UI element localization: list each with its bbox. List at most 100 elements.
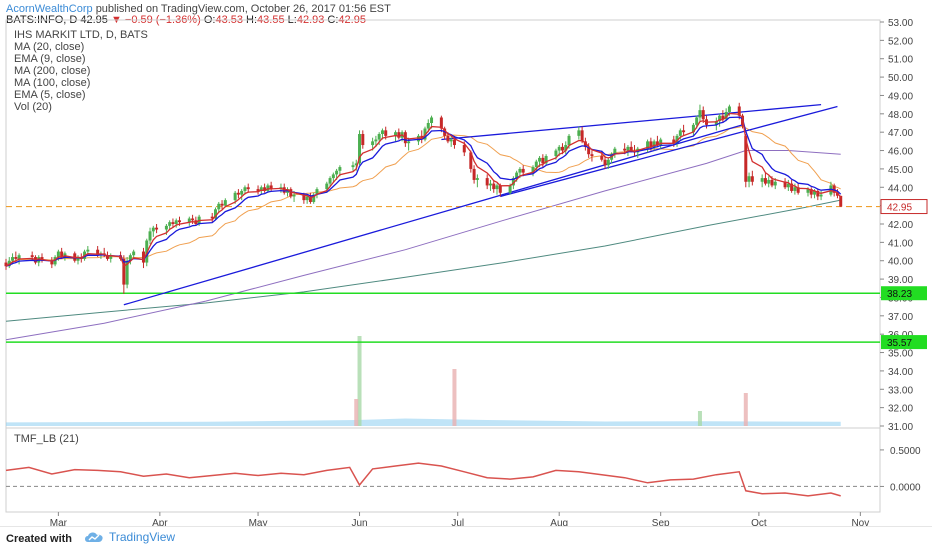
candle-body [223,200,227,206]
candle-body [331,174,335,179]
candle-body [495,185,499,190]
candle [590,150,594,162]
candle [750,170,754,186]
tmf-indicator-label[interactable]: TMF_LB (21) [14,433,79,445]
candle [263,183,267,193]
volume-bar [354,399,359,426]
candle-body [623,148,627,151]
candle-body [701,110,705,120]
candle-body [521,168,525,173]
candle-body [292,194,296,197]
candle [819,190,823,201]
indicator-legend: IHS MARKIT LTD, D, BATS MA (20, close) E… [14,29,148,113]
indicator-volume[interactable]: Vol (20) [14,101,148,113]
candle [488,179,492,191]
candle-body [763,178,767,184]
indicator-ma100[interactable]: MA (100, close) [14,77,148,89]
indicator-symbol[interactable]: IHS MARKIT LTD, D, BATS [14,29,148,41]
candle [315,187,319,199]
candle-body [682,130,686,133]
candle [210,212,214,223]
candle [361,130,365,149]
candle-body [407,141,411,144]
candle-body [560,146,564,151]
indicator-ema9[interactable]: EMA (9, close) [14,53,148,65]
candle-body [240,190,244,195]
candle [747,172,751,188]
candle [236,189,240,199]
candle-body [328,178,332,184]
candle [796,183,800,195]
candle-body [518,168,522,173]
y-axis-tick-label: 50.00 [888,73,913,84]
candle-body [554,150,558,157]
y-axis-tick-label: 35.00 [888,349,913,360]
indicator-ma20[interactable]: MA (20, close) [14,41,148,53]
x-axis-tick-label: Jun [351,518,367,526]
candle-body [567,135,571,146]
x-axis-tick-label: Apr [152,518,168,526]
candle-body [430,117,434,123]
candle-body [498,185,502,193]
candle-body [171,222,175,224]
candle-body [338,167,342,171]
candle [816,189,820,201]
candle-body [374,139,378,142]
candle-body [747,176,751,182]
candle-body [793,187,797,191]
candle [148,227,152,245]
y-axis-tick-label: 51.00 [888,55,913,66]
candle-body [626,146,630,151]
candle-body [819,194,823,197]
support-label-38: 38.23 [887,289,912,300]
candle-body [243,187,247,191]
candle-body [246,187,250,190]
candle-body [220,203,224,206]
candle-body [426,123,430,129]
tmf-line [5,462,841,497]
candle [286,187,290,197]
indicator-ma200[interactable]: MA (200, close) [14,65,148,77]
candle [809,187,813,199]
candle [397,128,401,140]
candle [790,179,794,193]
candle-body [606,159,610,166]
y-axis-tick-label: 41.00 [888,238,913,249]
candle-body [217,203,221,210]
candle-body [155,227,159,230]
candle [109,253,113,263]
candle-body [534,161,538,168]
candle [786,179,790,191]
candle-body [177,220,181,223]
y-axis-tick-label: 52.00 [888,36,913,47]
candle-body [678,130,682,136]
tradingview-cloud-icon [85,532,103,542]
candle [646,139,650,153]
candle [495,183,499,195]
candle-body [236,192,240,195]
candle-body [11,257,15,261]
candle-body [164,225,168,230]
x-axis-tick-label: Sep [652,518,670,526]
candle-body [485,178,489,186]
volume-bar [452,369,457,426]
tmf-pane-frame [5,427,881,513]
tmf-axis-tick-label: 0.0000 [890,482,921,493]
candle-body [452,139,456,146]
candle-body [446,135,450,142]
candle-body [371,141,375,146]
y-axis-tick-label: 32.00 [888,404,913,415]
y-axis-tick-label: 42.00 [888,220,913,231]
candle [269,181,273,191]
y-axis-tick-label: 48.00 [888,110,913,121]
candle [155,224,159,234]
indicator-ema5[interactable]: EMA (5, close) [14,89,148,101]
candle-body [600,156,604,160]
candle-body [577,130,581,136]
y-axis-tick-label: 33.00 [888,385,913,396]
candle-body [557,146,561,151]
candle-body [168,222,172,226]
candle-body [590,154,594,157]
tradingview-brand[interactable]: TradingView [83,530,175,544]
ma100-line [5,150,841,341]
